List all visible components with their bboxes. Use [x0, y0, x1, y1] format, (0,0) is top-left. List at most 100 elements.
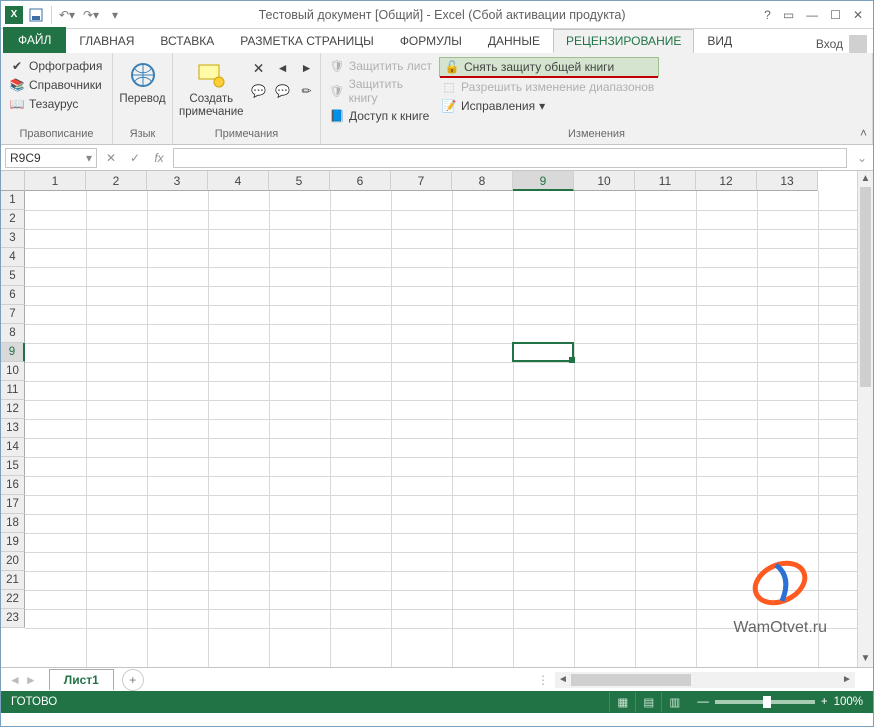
- column-header[interactable]: 9: [513, 171, 574, 191]
- row-header[interactable]: 2: [1, 210, 25, 229]
- tab-file[interactable]: ФАЙЛ: [3, 27, 66, 53]
- column-header[interactable]: 12: [696, 171, 757, 191]
- row-header[interactable]: 20: [1, 552, 25, 571]
- spelling-button[interactable]: ✔Орфография: [7, 57, 104, 75]
- zoom-in-button[interactable]: +: [821, 696, 828, 708]
- enter-formula-button[interactable]: ✓: [125, 148, 145, 168]
- minimize-button[interactable]: —: [806, 8, 818, 22]
- insert-function-button[interactable]: fx: [149, 148, 169, 168]
- row-header[interactable]: 10: [1, 362, 25, 381]
- sheet-tab-active[interactable]: Лист1: [49, 669, 114, 690]
- expand-formula-bar-button[interactable]: ⌄: [855, 151, 869, 165]
- tab-view[interactable]: ВИД: [694, 29, 745, 53]
- share-book-button[interactable]: 📘Доступ к книге: [327, 107, 435, 125]
- sheet-nav-prev[interactable]: ◄: [9, 673, 21, 687]
- select-all-corner[interactable]: [1, 171, 25, 191]
- row-header[interactable]: 6: [1, 286, 25, 305]
- row-header[interactable]: 1: [1, 191, 25, 210]
- column-header[interactable]: 3: [147, 171, 208, 191]
- tab-home[interactable]: ГЛАВНАЯ: [66, 29, 147, 53]
- cancel-formula-button[interactable]: ✕: [101, 148, 121, 168]
- qat-customize-button[interactable]: ▾: [104, 4, 126, 26]
- vertical-scrollbar[interactable]: ▲ ▼: [857, 171, 873, 667]
- save-button[interactable]: [25, 4, 47, 26]
- track-changes-button[interactable]: 📝Исправления ▾: [439, 97, 659, 115]
- close-button[interactable]: ✕: [853, 8, 863, 22]
- row-header[interactable]: 14: [1, 438, 25, 457]
- zoom-thumb[interactable]: [763, 696, 771, 708]
- help-button[interactable]: ?: [764, 8, 771, 22]
- vscroll-thumb[interactable]: [860, 187, 871, 387]
- name-box[interactable]: R9C9▾: [5, 148, 97, 168]
- row-header[interactable]: 12: [1, 400, 25, 419]
- row-header[interactable]: 17: [1, 495, 25, 514]
- zoom-slider[interactable]: [715, 700, 815, 704]
- tab-layout[interactable]: РАЗМЕТКА СТРАНИЦЫ: [227, 29, 387, 53]
- horizontal-scrollbar[interactable]: ◄ ►: [555, 672, 855, 688]
- column-header[interactable]: 6: [330, 171, 391, 191]
- redo-button[interactable]: ↷▾: [80, 4, 102, 26]
- row-header[interactable]: 4: [1, 248, 25, 267]
- column-header[interactable]: 2: [86, 171, 147, 191]
- tab-formulas[interactable]: ФОРМУЛЫ: [387, 29, 475, 53]
- thesaurus-button[interactable]: 📖Тезаурус: [7, 95, 104, 113]
- collapse-ribbon-button[interactable]: ˄: [860, 126, 867, 140]
- column-header[interactable]: 11: [635, 171, 696, 191]
- column-header[interactable]: 8: [452, 171, 513, 191]
- protect-book-button[interactable]: 🛡Защитить книгу: [327, 76, 435, 106]
- page-break-view-button[interactable]: ▥: [661, 692, 687, 712]
- scroll-left-button[interactable]: ◄: [555, 674, 571, 685]
- row-header[interactable]: 11: [1, 381, 25, 400]
- column-header[interactable]: 10: [574, 171, 635, 191]
- scroll-down-button[interactable]: ▼: [858, 651, 873, 667]
- column-header[interactable]: 1: [25, 171, 86, 191]
- ribbon-options-button[interactable]: ▭: [783, 8, 794, 22]
- research-button[interactable]: 📚Справочники: [7, 76, 104, 94]
- row-header[interactable]: 3: [1, 229, 25, 248]
- zoom-out-button[interactable]: —: [697, 696, 709, 708]
- scroll-up-button[interactable]: ▲: [858, 171, 873, 187]
- prev-comment-button[interactable]: ◄: [272, 57, 294, 79]
- formula-input[interactable]: [173, 148, 847, 168]
- column-header[interactable]: 13: [757, 171, 818, 191]
- row-header[interactable]: 18: [1, 514, 25, 533]
- show-comment-button[interactable]: 💬: [248, 80, 270, 102]
- row-header[interactable]: 13: [1, 419, 25, 438]
- undo-button[interactable]: ↶▾: [56, 4, 78, 26]
- row-header[interactable]: 5: [1, 267, 25, 286]
- cells-area[interactable]: WamOtvet.ru: [25, 191, 857, 667]
- row-header[interactable]: 23: [1, 609, 25, 628]
- login-area[interactable]: Вход: [816, 35, 873, 53]
- unprotect-shared-book-button[interactable]: 🔓Снять защиту общей книги: [439, 57, 659, 77]
- column-header[interactable]: 4: [208, 171, 269, 191]
- scroll-right-button[interactable]: ►: [839, 674, 855, 685]
- new-comment-button[interactable]: Создать примечание: [179, 57, 244, 126]
- show-all-comments-button[interactable]: 💬: [272, 80, 294, 102]
- add-sheet-button[interactable]: +: [122, 669, 144, 691]
- maximize-button[interactable]: ☐: [830, 8, 841, 22]
- column-header[interactable]: 5: [269, 171, 330, 191]
- translate-button[interactable]: Перевод: [119, 57, 166, 126]
- delete-comment-button[interactable]: 🗙: [248, 57, 270, 79]
- allow-ranges-button[interactable]: ⬚Разрешить изменение диапазонов: [439, 78, 659, 96]
- protect-sheet-button[interactable]: 🛡Защитить лист: [327, 57, 435, 75]
- row-header[interactable]: 8: [1, 324, 25, 343]
- split-handle[interactable]: ⋮: [537, 673, 549, 687]
- next-comment-button[interactable]: ►: [296, 57, 318, 79]
- hscroll-thumb[interactable]: [571, 674, 691, 686]
- normal-view-button[interactable]: ▦: [609, 692, 635, 712]
- row-header[interactable]: 22: [1, 590, 25, 609]
- row-header[interactable]: 19: [1, 533, 25, 552]
- sheet-nav-next[interactable]: ►: [25, 673, 37, 687]
- tab-data[interactable]: ДАННЫЕ: [475, 29, 553, 53]
- tab-insert[interactable]: ВСТАВКА: [147, 29, 227, 53]
- row-header[interactable]: 7: [1, 305, 25, 324]
- column-header[interactable]: 7: [391, 171, 452, 191]
- tab-review[interactable]: РЕЦЕНЗИРОВАНИЕ: [553, 29, 694, 53]
- row-header[interactable]: 21: [1, 571, 25, 590]
- show-ink-button[interactable]: ✏: [296, 80, 318, 102]
- row-header[interactable]: 9: [1, 343, 25, 362]
- page-layout-view-button[interactable]: ▤: [635, 692, 661, 712]
- row-header[interactable]: 16: [1, 476, 25, 495]
- row-header[interactable]: 15: [1, 457, 25, 476]
